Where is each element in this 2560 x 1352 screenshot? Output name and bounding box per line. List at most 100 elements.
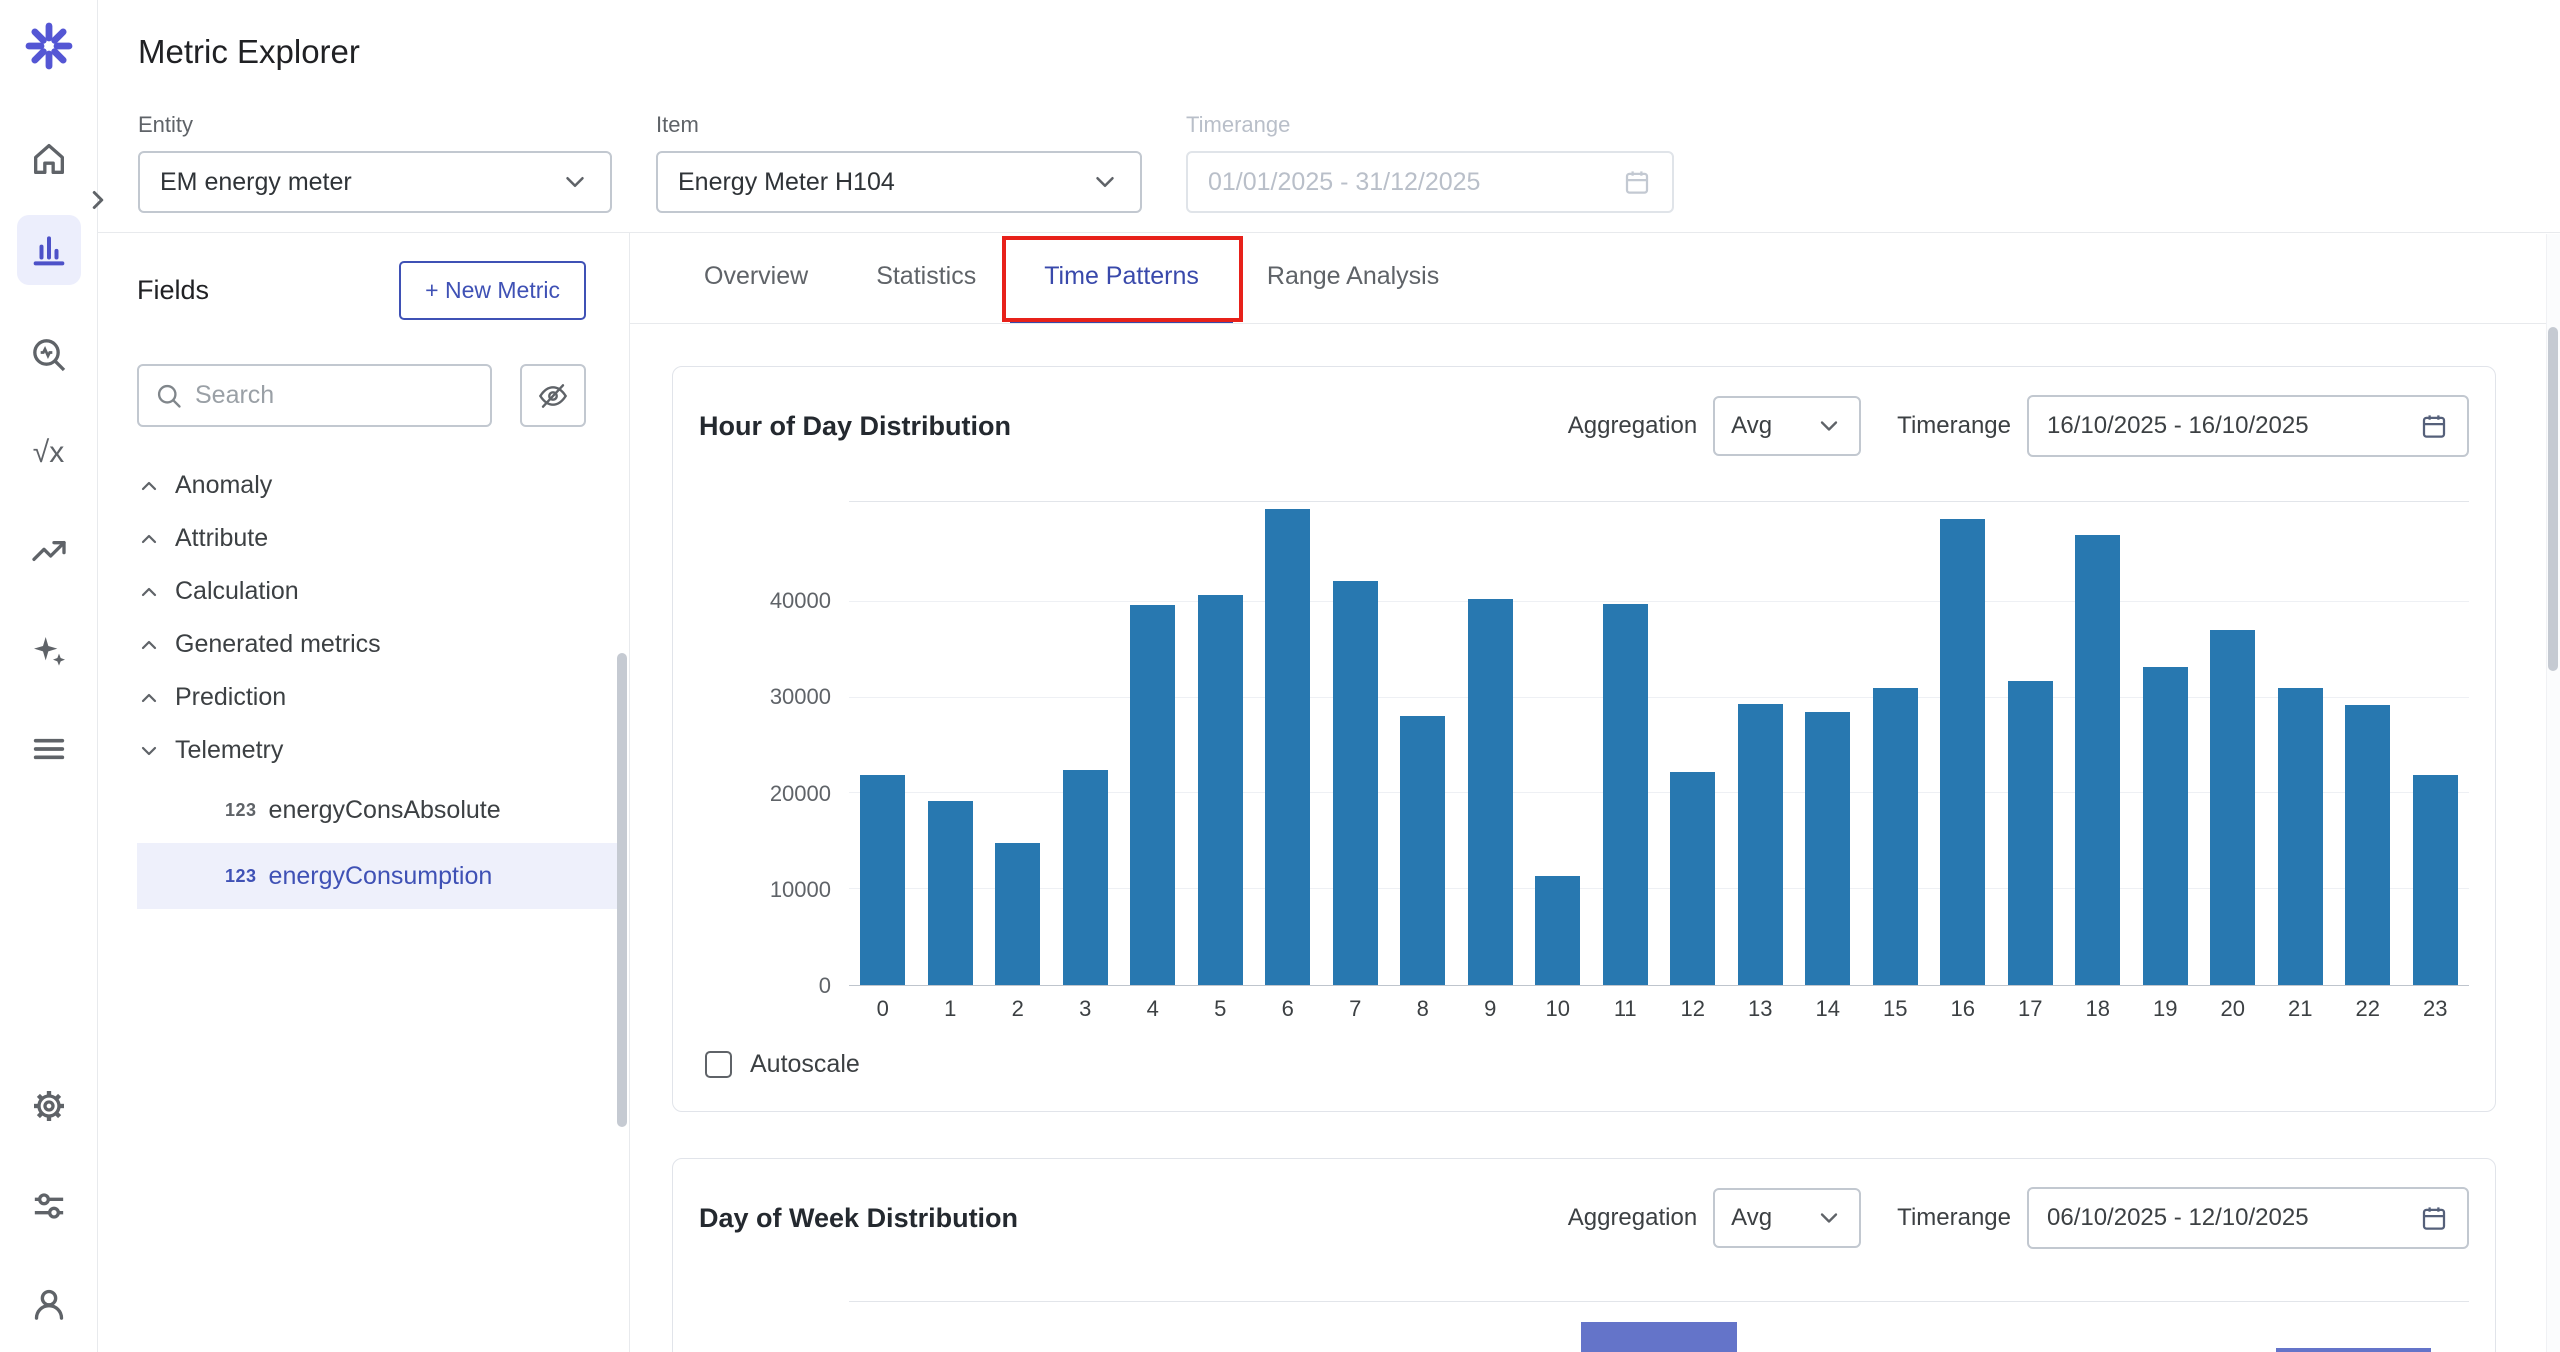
item-select[interactable]: Energy Meter H104 [656, 151, 1142, 213]
hour-of-day-card: Hour of Day Distribution Aggregation Avg… [672, 366, 2496, 1112]
aggregation-label: Aggregation [1568, 1204, 1697, 1232]
eye-off-icon [537, 380, 569, 412]
filter-row: Entity EM energy meter Item Energy Meter… [138, 112, 2560, 213]
tree-group-label: Prediction [175, 683, 286, 712]
profile-icon[interactable] [17, 1272, 81, 1336]
hour-timerange-input[interactable]: 16/10/2025 - 16/10/2025 [2027, 395, 2469, 457]
chevron-up-icon [137, 527, 161, 551]
hour-bar-22 [2345, 705, 2390, 985]
aggregation-value: Avg [1731, 1204, 1772, 1232]
entity-select[interactable]: EM energy meter [138, 151, 612, 213]
chevron-up-icon [137, 580, 161, 604]
tree-group-label: Telemetry [175, 736, 283, 765]
toggle-hidden-fields-button[interactable] [520, 364, 586, 427]
x-tick-label: 3 [1052, 996, 1120, 1022]
tab-overview[interactable]: Overview [670, 233, 842, 323]
timerange-value: 01/01/2025 - 31/12/2025 [1208, 168, 1480, 197]
timerange-value: 16/10/2025 - 16/10/2025 [2047, 412, 2309, 440]
anomaly-search-icon[interactable] [17, 323, 81, 387]
field-label: energyConsAbsolute [269, 796, 501, 825]
page-scrollbar-thumb[interactable] [2548, 327, 2558, 671]
hour-bar-11 [1603, 604, 1648, 985]
autoscale-control: Autoscale [705, 1050, 2469, 1079]
day-chart-y-axis: 20000 [699, 1301, 849, 1352]
tree-group-telemetry[interactable]: Telemetry [137, 724, 586, 777]
tree-group-prediction[interactable]: Prediction [137, 671, 586, 724]
trend-icon[interactable] [17, 519, 81, 583]
tab-time-patterns[interactable]: Time Patterns [1010, 233, 1233, 323]
hour-bar-5 [1198, 595, 1243, 985]
metric-explorer-chart-icon[interactable] [17, 215, 81, 285]
tree-group-label: Generated metrics [175, 630, 381, 659]
day-bar-slot-6 [2276, 1348, 2432, 1352]
home-icon[interactable] [17, 127, 81, 191]
hour-bar-2 [995, 843, 1040, 985]
hour-bar-8 [1400, 716, 1445, 985]
page-scrollbar-track[interactable] [2546, 234, 2560, 1352]
x-tick-label: 16 [1929, 996, 1997, 1022]
tune-sliders-icon[interactable] [17, 1174, 81, 1238]
hour-bar-23 [2413, 775, 2458, 985]
global-timerange-input[interactable]: 01/01/2025 - 31/12/2025 [1186, 151, 1674, 213]
new-metric-button[interactable]: + New Metric [399, 261, 586, 320]
day-aggregation-select[interactable]: Avg [1713, 1188, 1861, 1248]
tab-statistics[interactable]: Statistics [842, 233, 1010, 323]
entity-value: EM energy meter [160, 168, 352, 197]
ai-sparkles-icon[interactable] [17, 620, 81, 684]
aggregation-value: Avg [1731, 412, 1772, 440]
hour-aggregation-select[interactable]: Avg [1713, 396, 1861, 456]
day-bar-slot-3 [1581, 1322, 1737, 1352]
hour-bar-21 [2278, 688, 2323, 985]
x-tick-label: 21 [2267, 996, 2335, 1022]
hour-bar-3 [1063, 770, 1108, 985]
timerange-value: 06/10/2025 - 12/10/2025 [2047, 1204, 2309, 1232]
timerange-label: Timerange [1186, 112, 1674, 138]
formula-icon[interactable]: √x [17, 421, 81, 485]
timerange-label: Timerange [1897, 1204, 2011, 1232]
tree-group-label: Calculation [175, 577, 299, 606]
tree-group-attribute[interactable]: Attribute [137, 512, 586, 565]
calendar-icon [2419, 411, 2449, 441]
autoscale-label: Autoscale [750, 1050, 860, 1079]
x-tick-label: 2 [984, 996, 1052, 1022]
x-tick-label: 7 [1322, 996, 1390, 1022]
day-chart: 20000 [699, 1301, 2469, 1352]
search-icon [155, 382, 183, 410]
autoscale-checkbox[interactable] [705, 1051, 732, 1078]
hour-chart: 010000200003000040000 [699, 501, 2469, 986]
numeric-field-icon: 123 [225, 866, 257, 887]
hour-bar-13 [1738, 704, 1783, 985]
tree-group-anomaly[interactable]: Anomaly [137, 459, 586, 512]
x-tick-label: 4 [1119, 996, 1187, 1022]
sidebar-collapse-chevron-icon[interactable] [78, 180, 118, 220]
tab-range-analysis[interactable]: Range Analysis [1233, 233, 1473, 323]
day-timerange-input[interactable]: 06/10/2025 - 12/10/2025 [2027, 1187, 2469, 1249]
x-tick-label: 1 [917, 996, 985, 1022]
settings-gear-icon[interactable] [17, 1074, 81, 1138]
app-root: √x [0, 0, 2560, 1352]
day-of-week-card: Day of Week Distribution Aggregation Avg… [672, 1158, 2496, 1352]
hour-bar-9 [1468, 599, 1513, 985]
field-energyConsumption[interactable]: 123 energyConsumption [137, 843, 619, 909]
x-tick-label: 11 [1592, 996, 1660, 1022]
field-energyConsAbsolute[interactable]: 123 energyConsAbsolute [137, 777, 619, 843]
hour-bar-16 [1940, 519, 1985, 985]
hour-chart-plot [849, 501, 2469, 986]
x-tick-label: 6 [1254, 996, 1322, 1022]
menu-list-icon[interactable] [17, 717, 81, 781]
tree-group-calculation[interactable]: Calculation [137, 565, 586, 618]
tree-group-label: Attribute [175, 524, 268, 553]
entity-filter: Entity EM energy meter [138, 112, 612, 213]
x-tick-label: 10 [1524, 996, 1592, 1022]
calendar-icon [2419, 1203, 2449, 1233]
tabs-bar: Overview Statistics Time Patterns Range … [630, 233, 2560, 324]
hour-bar-19 [2143, 667, 2188, 985]
x-tick-label: 20 [2199, 996, 2267, 1022]
x-tick-label: 13 [1727, 996, 1795, 1022]
field-search-input[interactable] [195, 381, 474, 410]
hour-bar-7 [1333, 581, 1378, 985]
top-bar: Metric Explorer Entity EM energy meter I… [98, 0, 2560, 233]
fields-panel-scrollbar[interactable] [617, 653, 627, 1127]
tree-group-generated-metrics[interactable]: Generated metrics [137, 618, 586, 671]
formula-glyph: √x [33, 436, 64, 470]
